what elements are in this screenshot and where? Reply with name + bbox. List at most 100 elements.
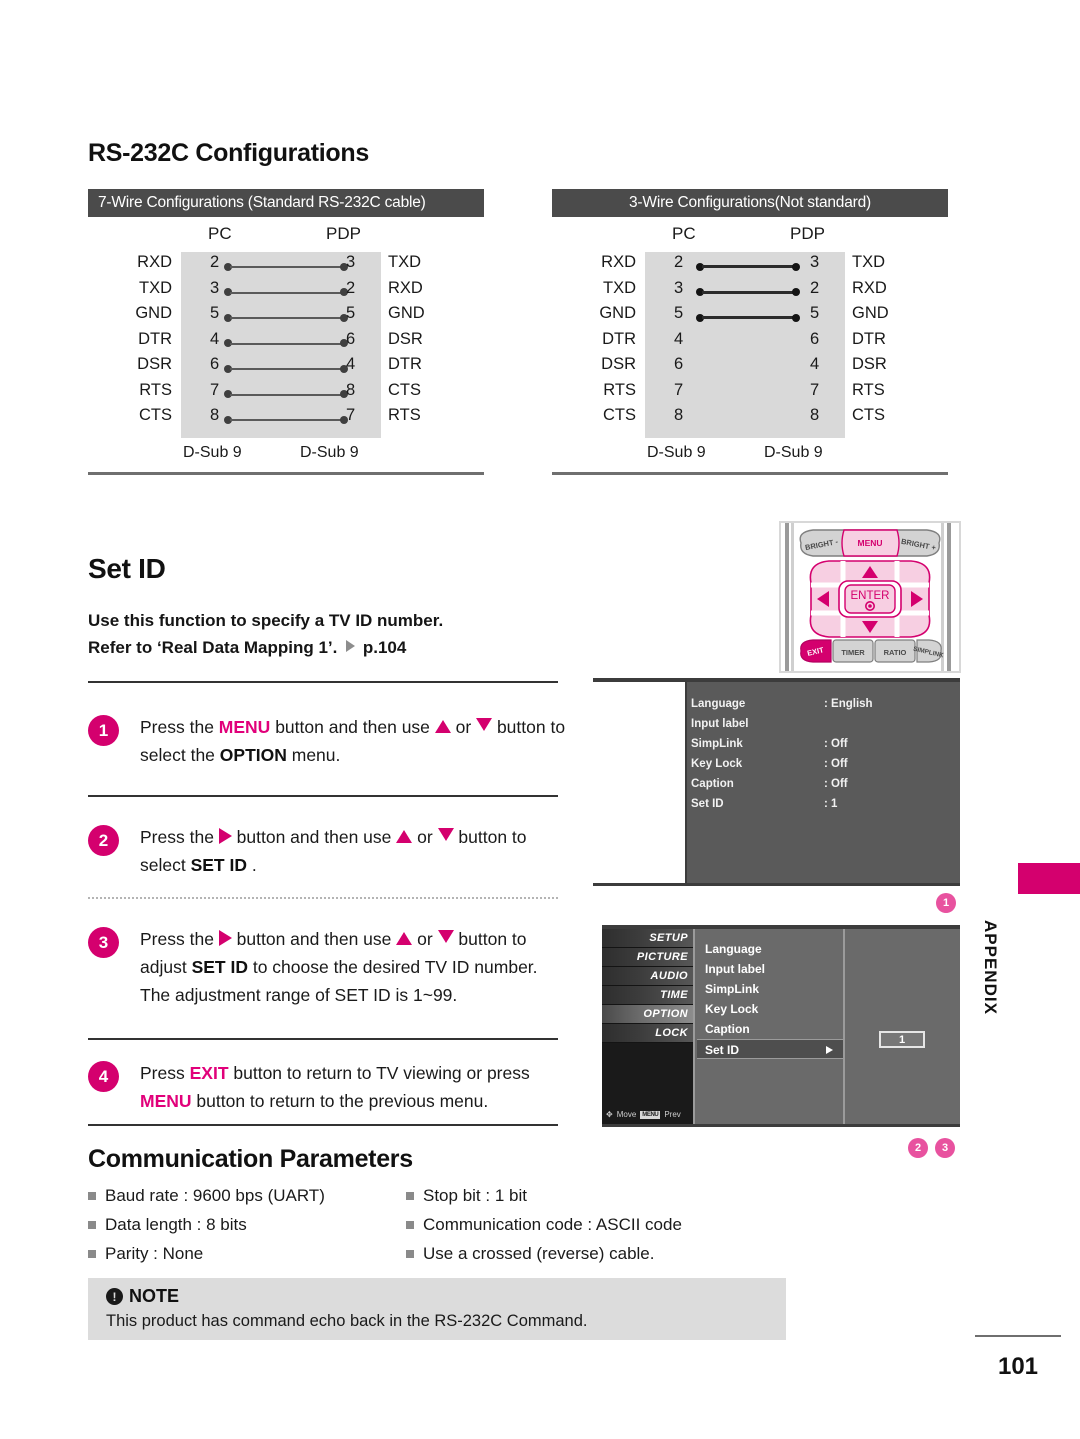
wire-row: TXD 3 2 RXD <box>552 278 948 304</box>
signal-right: TXD <box>852 253 885 271</box>
wire-link <box>696 288 800 296</box>
osd-row-label: Set ID <box>691 798 724 810</box>
step-text-fragment: or <box>412 827 438 847</box>
step-text-fragment: or <box>412 929 438 949</box>
step-text-fragment: menu. <box>286 745 341 765</box>
wire-grid: RXD 2 3 TXD TXD 3 2 RXD GND 5 5 GND DTR … <box>88 252 484 438</box>
step-text-fragment: button and then use <box>231 929 397 949</box>
pin-left: 4 <box>674 329 684 348</box>
wire-row: RXD 2 3 TXD <box>88 252 484 278</box>
set-id-keyword: SET ID <box>191 957 248 977</box>
pin-left: 8 <box>210 406 220 424</box>
wire-row: CTS 8 7 RTS <box>88 405 484 431</box>
parameter-item: Parity : None <box>88 1239 325 1268</box>
step-text-fragment: button to return to TV viewing or press <box>228 1063 530 1083</box>
wire-row: CTS 8 8 CTS <box>552 405 948 431</box>
bullet-square-icon <box>88 1250 96 1258</box>
pin-right: 7 <box>810 380 820 399</box>
divider-above-step-2 <box>88 795 558 797</box>
pin-right: 3 <box>346 253 356 271</box>
note-title: ! NOTE <box>106 1286 179 1307</box>
pin-right: 7 <box>346 406 356 424</box>
signal-left: DSR <box>601 355 636 373</box>
appendix-tab-label: APPENDIX <box>981 920 1000 1015</box>
wire-connector-labels: D-Sub 9 D-Sub 9 <box>552 438 948 472</box>
wire-link <box>224 262 348 271</box>
wire-config-header: 3-Wire Configurations(Not standard) <box>552 189 948 217</box>
osd-row-label: Key Lock <box>691 758 743 770</box>
signal-left: DSR <box>137 355 172 373</box>
option-keyword: OPTION <box>219 745 287 765</box>
signal-right: CTS <box>852 406 885 424</box>
parameter-item: Data length : 8 bits <box>88 1210 325 1239</box>
wire-column-headers: PC PDP <box>88 222 484 252</box>
step-text-fragment: button and then use <box>231 827 397 847</box>
set-id-intro-line-2: Refer to ‘Real Data Mapping 1’. p.104 <box>88 634 558 661</box>
triangle-right-icon <box>218 930 232 946</box>
pin-left: 5 <box>674 304 684 322</box>
note-body: This product has command echo back in th… <box>106 1312 588 1330</box>
section-divider <box>552 472 948 475</box>
signal-right: GND <box>388 304 425 322</box>
bullet-square-icon <box>406 1192 414 1200</box>
osd-row-label: SimpLink <box>691 738 743 750</box>
pin-right: 3 <box>810 253 820 271</box>
pin-right: 2 <box>810 278 820 297</box>
osd-nav-item-time: TIME <box>602 986 693 1005</box>
parameter-item: Stop bit : 1 bit <box>406 1181 682 1210</box>
osd-nav-item-option: OPTION <box>602 1005 693 1024</box>
parameter-text: Parity : None <box>105 1244 204 1263</box>
note-title-text: NOTE <box>129 1286 180 1306</box>
osd-row: Key Lock : Off <box>691 758 954 778</box>
signal-left: CTS <box>603 406 636 424</box>
osd-row: Input label <box>691 718 954 738</box>
wire-connector-labels: D-Sub 9 D-Sub 9 <box>88 438 484 472</box>
connector-left: D-Sub 9 <box>183 444 242 461</box>
signal-left: DTR <box>138 329 172 348</box>
step-text-fragment: Press the <box>140 827 219 847</box>
svg-text:RATIO: RATIO <box>884 648 907 657</box>
pin-left: 6 <box>674 355 684 373</box>
signal-left: CTS <box>139 406 172 424</box>
divider-above-step-4 <box>88 1038 558 1040</box>
osd-list-item-simplink: SimpLink <box>705 982 760 996</box>
step-text: Press the button and then use or button … <box>140 925 566 1009</box>
triangle-down-icon <box>437 930 454 943</box>
pin-left: 7 <box>210 380 220 399</box>
menu-keyword: MENU <box>140 1091 192 1111</box>
divider-below-step-4 <box>88 1124 558 1126</box>
signal-left: RXD <box>137 253 172 271</box>
column-header-pc: PC <box>672 224 696 243</box>
wire-row: RTS 7 7 RTS <box>552 380 948 406</box>
osd-nav-item-audio: AUDIO <box>602 967 693 986</box>
signal-right: RXD <box>852 278 887 297</box>
set-id-reference-text: Refer to ‘Real Data Mapping 1’. <box>88 638 338 657</box>
wire-row: GND 5 5 GND <box>552 303 948 329</box>
pin-right: 8 <box>346 380 356 399</box>
signal-left: GND <box>599 304 636 322</box>
osd-row: Language : English <box>691 698 954 718</box>
bullet-square-icon <box>88 1221 96 1229</box>
callout-marker-2: 2 <box>908 1138 928 1158</box>
signal-right: RTS <box>852 380 885 399</box>
pin-left: 4 <box>210 329 220 348</box>
osd-screenshot-option-menu: Language : English Input label SimpLink … <box>593 678 960 886</box>
triangle-down-icon <box>437 828 454 841</box>
svg-text:ENTER: ENTER <box>851 590 890 602</box>
parameter-item: Baud rate : 9600 bps (UART) <box>88 1181 325 1210</box>
osd-set-id-value: 1 <box>879 1031 925 1048</box>
pin-left: 5 <box>210 304 220 322</box>
wire-link <box>224 288 348 296</box>
divider-dotted-above-step-3 <box>88 897 558 899</box>
parameter-text: Use a crossed (reverse) cable. <box>423 1244 655 1263</box>
triangle-right-icon <box>346 640 356 652</box>
osd-hint-prev-label: Prev <box>664 1110 681 1119</box>
step-text-fragment: or <box>450 717 477 737</box>
pin-left: 3 <box>674 278 684 297</box>
osd-item-list: Language Input label SimpLink Key Lock C… <box>697 929 845 1124</box>
menu-keyword: MENU <box>218 717 271 737</box>
wire-link <box>224 339 348 347</box>
chevron-right-icon <box>826 1046 833 1054</box>
bullet-square-icon <box>406 1221 414 1229</box>
parameter-item: Use a crossed (reverse) cable. <box>406 1239 682 1268</box>
